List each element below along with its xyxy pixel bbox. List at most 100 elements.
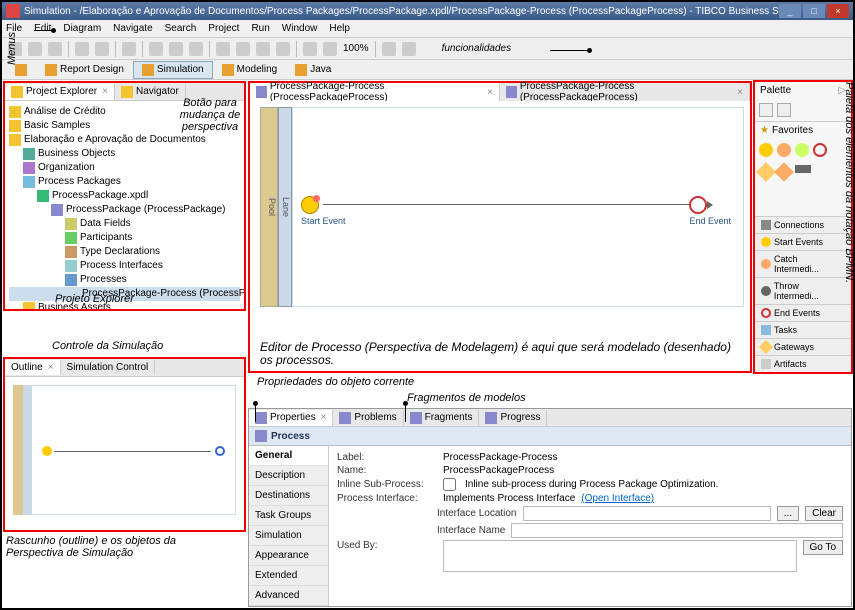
close-button[interactable]: × xyxy=(827,4,849,18)
debug-icon[interactable] xyxy=(75,42,89,56)
menu-project[interactable]: Project xyxy=(208,23,239,34)
tree-node[interactable]: Data Fields xyxy=(9,217,240,231)
sequence-flow[interactable] xyxy=(323,204,709,205)
tool-icon[interactable] xyxy=(149,42,163,56)
close-icon[interactable]: × xyxy=(737,87,743,98)
outline-tab[interactable]: Outline× xyxy=(5,360,61,375)
menu-search[interactable]: Search xyxy=(165,23,197,34)
align-icon[interactable] xyxy=(216,42,230,56)
lane-body[interactable]: Start Event End Event xyxy=(292,107,744,307)
close-icon[interactable]: × xyxy=(102,86,108,97)
tree-node[interactable]: Type Declarations xyxy=(9,245,240,259)
tree-node[interactable]: Process Packages xyxy=(9,175,240,189)
zoom-level[interactable]: 100% xyxy=(343,43,369,54)
palette-category-gate[interactable]: Gateways xyxy=(755,338,851,355)
tree-node[interactable]: Business Objects xyxy=(9,147,240,161)
tree-node[interactable]: Análise de Crédito xyxy=(9,105,240,119)
gateway-icon[interactable] xyxy=(774,162,794,182)
pool-header[interactable]: Pool xyxy=(260,107,278,307)
print-icon[interactable] xyxy=(48,42,62,56)
palette-category-tasks[interactable]: Tasks xyxy=(755,321,851,338)
project-tree[interactable]: Análise de CréditoBasic SamplesElaboraçã… xyxy=(5,101,244,309)
palette-category-throw[interactable]: Throw Intermedi... xyxy=(755,277,851,304)
perspective-simulation[interactable]: Simulation xyxy=(133,61,213,79)
end-event[interactable]: End Event xyxy=(689,196,731,226)
view-tab-progress[interactable]: Progress xyxy=(479,410,547,426)
align-icon[interactable] xyxy=(236,42,250,56)
zoom-out-icon[interactable] xyxy=(323,42,337,56)
property-tab-advanced[interactable]: Advanced xyxy=(249,586,328,606)
intermediate-event-icon[interactable] xyxy=(777,143,791,157)
run-icon[interactable] xyxy=(95,42,109,56)
property-tab-simulation[interactable]: Simulation xyxy=(249,526,328,546)
tree-node[interactable]: ProcessPackage-Process (ProcessPackagePr… xyxy=(9,287,240,301)
palette-category-end[interactable]: End Events xyxy=(755,304,851,321)
palette-category-start[interactable]: Start Events xyxy=(755,233,851,250)
property-tab-general[interactable]: General xyxy=(249,446,328,466)
nav-icon[interactable] xyxy=(382,42,396,56)
end-event-icon[interactable] xyxy=(813,143,827,157)
explorer-tab[interactable]: Project Explorer× xyxy=(5,84,115,100)
goto-button[interactable]: Go To xyxy=(803,540,844,555)
perspective-modeling[interactable]: Modeling xyxy=(213,61,287,79)
view-tab-fragments[interactable]: Fragments xyxy=(404,410,480,426)
save-icon[interactable] xyxy=(28,42,42,56)
view-tab-properties[interactable]: Properties× xyxy=(249,410,333,426)
align-icon[interactable] xyxy=(256,42,270,56)
perspective-java[interactable]: Java xyxy=(286,61,340,79)
open-interface-link[interactable]: (Open Interface) xyxy=(581,493,654,504)
flow-icon[interactable] xyxy=(795,165,811,173)
tree-node[interactable]: Process Interfaces xyxy=(9,259,240,273)
marquee-tool-icon[interactable] xyxy=(777,103,791,117)
tool-icon[interactable] xyxy=(169,42,183,56)
palette-category-art[interactable]: Artifacts xyxy=(755,355,851,372)
menu-window[interactable]: Window xyxy=(282,23,318,34)
tree-node[interactable]: ProcessPackage (ProcessPackage) xyxy=(9,203,240,217)
browse-button[interactable]: ... xyxy=(777,506,799,521)
property-tab-extended[interactable]: Extended xyxy=(249,566,328,586)
clear-button[interactable]: Clear xyxy=(805,506,843,521)
property-tab-task-groups[interactable]: Task Groups xyxy=(249,506,328,526)
close-icon[interactable]: × xyxy=(487,87,493,98)
minimize-button[interactable]: _ xyxy=(779,4,801,18)
property-tab-destinations[interactable]: Destinations xyxy=(249,486,328,506)
editor-tab[interactable]: ProcessPackage-Process (ProcessPackagePr… xyxy=(500,83,750,101)
process-canvas[interactable]: Pool Lane Start Event End Event xyxy=(250,101,750,371)
nav-icon[interactable] xyxy=(402,42,416,56)
palette-category-catch[interactable]: Catch Intermedi... xyxy=(755,250,851,277)
editor-tab[interactable]: ProcessPackage-Process (ProcessPackagePr… xyxy=(250,83,500,101)
tree-node[interactable]: ProcessPackage.xpdl xyxy=(9,189,240,203)
property-tab-description[interactable]: Description xyxy=(249,466,328,486)
start-event-icon[interactable] xyxy=(759,143,773,157)
tree-node[interactable]: Participants xyxy=(9,231,240,245)
favorites-header[interactable]: ★ Favorites xyxy=(755,121,851,139)
intermediate-event-icon[interactable] xyxy=(795,143,809,157)
menu-edit[interactable]: Edit xyxy=(34,23,51,34)
close-icon[interactable]: × xyxy=(321,412,327,423)
tree-node[interactable]: Business Assets xyxy=(9,301,240,309)
interface-location-input[interactable] xyxy=(523,506,771,521)
perspective-report-design[interactable]: Report Design xyxy=(36,61,133,79)
close-icon[interactable]: × xyxy=(48,362,54,373)
view-tab-problems[interactable]: Problems xyxy=(333,410,403,426)
maximize-button[interactable]: □ xyxy=(803,4,825,18)
tree-node[interactable]: Organization xyxy=(9,161,240,175)
usedby-list[interactable] xyxy=(443,540,797,572)
tree-node[interactable]: Basic Samples xyxy=(9,119,240,133)
explorer-tab[interactable]: Navigator xyxy=(115,84,186,100)
tree-node[interactable]: Processes xyxy=(9,273,240,287)
menu-navigate[interactable]: Navigate xyxy=(113,23,152,34)
align-icon[interactable] xyxy=(276,42,290,56)
tree-node[interactable]: Elaboração e Aprovação de Documentos xyxy=(9,133,240,147)
zoom-in-icon[interactable] xyxy=(303,42,317,56)
tool-icon[interactable] xyxy=(189,42,203,56)
menu-run[interactable]: Run xyxy=(251,23,269,34)
palette-header[interactable]: Palette ▷ xyxy=(755,82,851,99)
outline-canvas[interactable] xyxy=(5,377,244,530)
menu-diagram[interactable]: Diagram xyxy=(63,23,101,34)
property-tab-appearance[interactable]: Appearance xyxy=(249,546,328,566)
palette-category-conn[interactable]: Connections xyxy=(755,216,851,233)
menu-help[interactable]: Help xyxy=(329,23,350,34)
outline-tab[interactable]: Simulation Control xyxy=(61,360,156,375)
interface-name-input[interactable] xyxy=(511,523,843,538)
